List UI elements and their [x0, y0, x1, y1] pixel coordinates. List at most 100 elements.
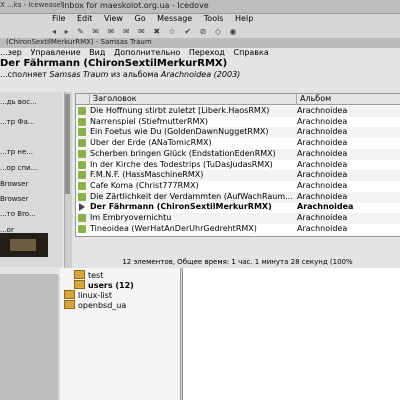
side-scrollbar-thumb[interactable] — [65, 94, 70, 194]
tag-icon[interactable]: ☆ — [169, 27, 176, 36]
menu-help[interactable]: Help — [235, 14, 253, 23]
back-icon[interactable]: ◂ — [52, 27, 56, 36]
forward-mail-icon[interactable]: ✉ — [138, 27, 145, 36]
folder-icon — [74, 280, 85, 289]
stop-icon[interactable]: ⊘ — [200, 27, 207, 36]
menu-file[interactable]: File — [52, 14, 65, 23]
track-album: Arachnoidea — [297, 170, 348, 180]
side-item[interactable]: Browser — [0, 195, 62, 203]
play-icon — [79, 203, 85, 212]
playlist-row[interactable]: Die Hoffnung stirbt zuletzt [Liberk.Haos… — [76, 106, 400, 117]
player-menu-help[interactable]: Справка — [234, 48, 269, 57]
playlist-row[interactable]: In der Kirche des Todestrips (TuDasJudas… — [76, 160, 400, 171]
circle-icon[interactable]: ◉ — [230, 27, 237, 36]
player-window-title: (ChironSextilMerkurRMX) - Samsas Traum — [6, 38, 152, 46]
track-title: F.M.N.F. (HassMaschineRMX) — [90, 170, 204, 180]
player-menu-view[interactable]: Вид — [89, 48, 105, 57]
subtitle-prefix: ...сполняет — [0, 70, 47, 79]
side-item[interactable]: ...ор спи... — [0, 164, 62, 172]
now-playing-title: Der Fährmann (ChironSextilMerkurRMX) — [0, 58, 228, 69]
track-title: Im Embryovernichtu — [90, 213, 172, 222]
playlist-row[interactable]: Der Fährmann (ChironSextilMerkurRMX) Arac… — [76, 202, 400, 213]
track-album: Arachnoidea — [297, 148, 348, 158]
playlist-row[interactable]: Narrenspiel (StiefmutterRMX) Arachnoidea — [76, 117, 400, 128]
menu-go[interactable]: Go — [135, 14, 146, 23]
track-album: Arachnoidea — [297, 180, 348, 190]
folder-item[interactable]: test — [74, 270, 103, 280]
playlist-row[interactable]: Tineoidea (WerHatAnDerUhrGedrehtRMX) Arac… — [76, 224, 400, 235]
playlist-row[interactable]: F.M.N.F. (HassMaschineRMX) Arachnoidea — [76, 170, 400, 182]
mail-icon[interactable]: ✉ — [92, 27, 99, 36]
player-titlebar: (ChironSextilMerkurRMX) - Samsas Traum — [0, 38, 400, 48]
folder-icon — [74, 270, 85, 279]
track-album: Arachnoidea — [297, 106, 348, 115]
folder-icon — [64, 300, 75, 309]
shape-icon[interactable]: ◇ — [215, 27, 221, 36]
side-item[interactable]: Browser — [0, 180, 62, 188]
track-title: Über der Erde (ANaTomicRMX) — [90, 138, 212, 148]
subtitle-mid: из альбома — [110, 70, 159, 79]
forward-icon[interactable]: ▸ — [65, 27, 69, 36]
playlist-row[interactable]: Im Embryovernichtu Arachnoidea — [76, 213, 400, 224]
music-note-icon — [78, 192, 86, 201]
now-playing-subtitle: ...сполняет Samsas Traum из альбома Arac… — [0, 70, 240, 79]
header-icon-column[interactable] — [76, 94, 90, 105]
player-menu-go[interactable]: Переход — [189, 48, 225, 57]
check-icon[interactable]: ✔ — [184, 27, 191, 36]
delete-icon[interactable]: ✖ — [153, 27, 160, 36]
track-title: Cafe Koma (Christ777RMX) — [90, 180, 199, 190]
track-title: Scherben bringen Glück (EndstationEdenRM… — [90, 148, 276, 158]
playlist-row[interactable]: Über der Erde (ANaTomicRMX) Arachnoidea — [76, 138, 400, 149]
playlist-row[interactable]: Die Zärtlichkeit der Verdammten (AufWach… — [76, 191, 400, 203]
track-album: Arachnoidea — [297, 116, 348, 126]
track-album: Arachnoidea — [297, 202, 354, 212]
reply-all-icon[interactable]: ✉ — [123, 27, 130, 36]
artist-name: Samsas Traum — [49, 70, 109, 79]
write-icon[interactable]: ✎ — [77, 27, 84, 36]
side-item[interactable]: ...тр Фа... — [0, 118, 62, 126]
menu-edit[interactable]: Edit — [77, 14, 93, 23]
track-title: In der Kirche des Todestrips (TuDasJudas… — [90, 159, 273, 169]
track-title: Narrenspiel (StiefmutterRMX) — [90, 116, 209, 126]
track-album: Arachnoidea — [297, 127, 348, 137]
menu-view[interactable]: View — [104, 14, 123, 23]
music-note-icon — [78, 149, 86, 158]
folder-item[interactable]: users (12) — [74, 280, 134, 290]
track-album: Arachnoidea — [297, 213, 348, 222]
track-title: Die Hoffnung stirbt zuletzt [Liberk.Haos… — [90, 106, 270, 115]
track-title: Der Fährmann (ChironSextilMerkurRMX) — [90, 202, 272, 212]
icedove-left-edge — [0, 274, 58, 400]
side-item[interactable]: ...тр не... — [0, 148, 62, 156]
header-album[interactable]: Альбом — [297, 94, 400, 105]
menu-tools[interactable]: Tools — [204, 14, 224, 23]
track-title: Die Zärtlichkeit der Verdammten (AufWach… — [90, 191, 293, 201]
music-note-icon — [78, 224, 86, 233]
icedove-window-title: Inbox for maeskolot.org.ua - Icedove — [62, 1, 209, 10]
reply-icon[interactable]: ✉ — [108, 27, 115, 36]
icedove-menubar: File Edit View Go Message Tools Help — [52, 14, 262, 26]
player-menu-extra[interactable]: Дополнительно — [114, 48, 180, 57]
music-note-icon — [78, 181, 86, 190]
playlist-row[interactable]: Scherben bringen Glück (EndstationEdenRM… — [76, 148, 400, 160]
header-title[interactable]: Заголовок — [90, 94, 297, 105]
track-album: Arachnoidea — [297, 159, 348, 169]
folder-item[interactable]: openbsd_ua — [64, 300, 126, 310]
track-title: Tineoidea (WerHatAnDerUhrGedrehtRMX) — [90, 223, 257, 233]
album-name: Arachnoidea (2003) — [160, 70, 241, 79]
folder-item[interactable]: linux-list — [64, 290, 112, 300]
folder-label: test — [88, 271, 104, 280]
playlist-table: Заголовок Альбом Die Hoffnung stirbt zul… — [75, 93, 400, 237]
iceweasel-title: X ...ks - Iceweasel — [0, 1, 63, 9]
side-item[interactable]: ...то Bro... — [0, 210, 62, 218]
player-menu-browser[interactable]: ...зер — [0, 48, 22, 57]
track-title: Ein Foetus wie Du (GoldenDawnNuggetRMX) — [90, 127, 269, 137]
message-list-pane[interactable] — [182, 268, 400, 400]
track-album: Arachnoidea — [297, 223, 348, 233]
menu-message[interactable]: Message — [157, 14, 192, 23]
track-album: Arachnoidea — [297, 191, 348, 201]
playlist-row[interactable]: Ein Foetus wie Du (GoldenDawnNuggetRMX) A… — [76, 127, 400, 139]
music-note-icon — [78, 171, 86, 180]
side-item[interactable]: ...дь вос... — [0, 98, 62, 106]
player-menu-control[interactable]: Управление — [30, 48, 80, 57]
playlist-row[interactable]: Cafe Koma (Christ777RMX) Arachnoidea — [76, 181, 400, 192]
